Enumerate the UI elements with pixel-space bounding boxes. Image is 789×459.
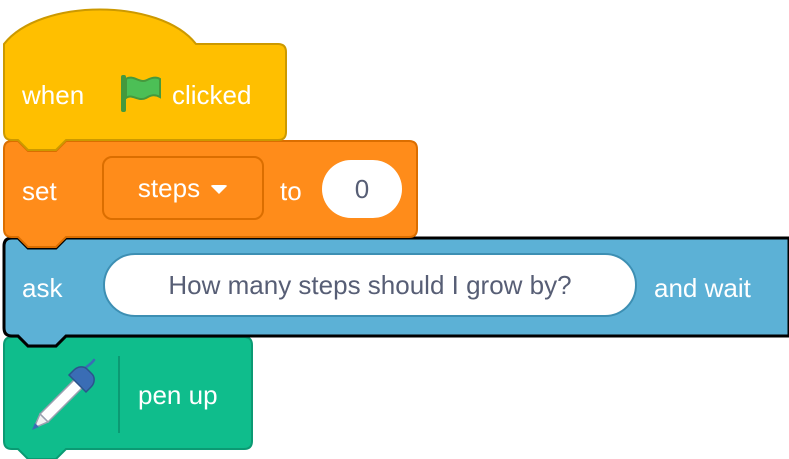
when-label: when <box>22 80 85 110</box>
green-flag-icon <box>118 72 164 114</box>
pen-up-label: pen up <box>138 380 218 410</box>
dropdown-caret-icon <box>210 185 229 194</box>
variable-dropdown[interactable]: steps <box>102 156 264 220</box>
block-shapes <box>2 8 789 459</box>
set-label: set <box>22 176 57 206</box>
clicked-label: clicked <box>172 80 252 110</box>
script-area: when clicked set steps to 0 ask How many… <box>0 0 789 459</box>
variable-name: steps <box>137 172 201 203</box>
value-input[interactable]: 0 <box>322 160 402 218</box>
to-label: to <box>280 176 302 206</box>
and-wait-label: and wait <box>654 273 751 303</box>
pen-icon <box>26 356 100 432</box>
question-input[interactable]: How many steps should I grow by? <box>103 253 637 317</box>
ask-label: ask <box>22 273 63 303</box>
